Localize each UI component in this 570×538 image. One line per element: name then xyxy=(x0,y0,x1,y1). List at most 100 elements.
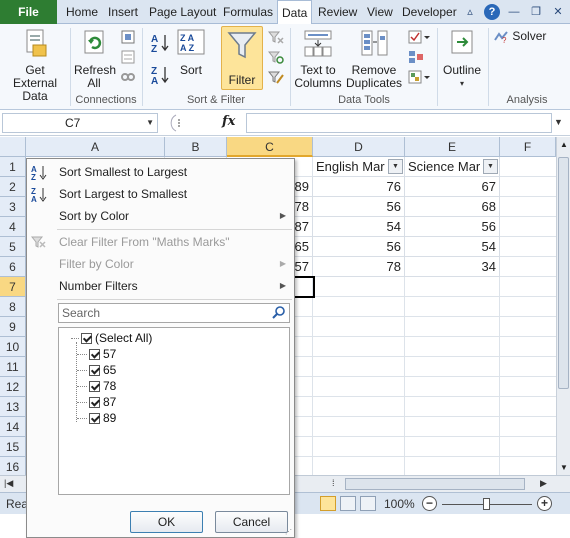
table-cell[interactable]: 54 xyxy=(405,237,500,257)
tab-formulas[interactable]: Formulas xyxy=(223,0,273,24)
data-validation-icon[interactable] xyxy=(408,30,430,44)
help-icon[interactable]: ? xyxy=(484,4,500,20)
ok-button[interactable]: OK xyxy=(130,511,203,533)
sort-by-color[interactable]: Sort by Color ▶ xyxy=(27,205,294,227)
row-header[interactable]: 13 xyxy=(0,397,26,417)
column-header-c[interactable]: C xyxy=(227,137,313,157)
table-cell[interactable]: 67 xyxy=(405,177,500,197)
table-cell[interactable]: 76 xyxy=(313,177,405,197)
outline-button[interactable]: Outline ▾ xyxy=(439,28,485,90)
row-header[interactable]: 7 xyxy=(0,277,26,297)
vertical-scrollbar[interactable]: ▲ ▼ xyxy=(556,137,570,475)
what-if-analysis-icon[interactable] xyxy=(408,70,430,84)
formula-input[interactable] xyxy=(246,113,552,133)
row-header[interactable]: 1 xyxy=(0,157,26,177)
scroll-up-icon[interactable]: ▲ xyxy=(560,140,568,149)
filter-by-color[interactable]: Filter by Color ▶ xyxy=(27,253,294,275)
number-filters[interactable]: Number Filters ▶ xyxy=(27,275,294,297)
zoom-slider-knob[interactable] xyxy=(483,498,490,510)
reapply-icon[interactable] xyxy=(268,50,284,64)
table-cell[interactable]: 54 xyxy=(313,217,405,237)
checkbox-checked[interactable] xyxy=(81,333,92,345)
page-layout-view-button[interactable] xyxy=(340,496,356,511)
close-icon[interactable]: ✕ xyxy=(550,4,566,20)
list-item[interactable]: 65 xyxy=(71,362,116,378)
row-header[interactable]: 11 xyxy=(0,357,26,377)
table-cell[interactable]: 56 xyxy=(405,217,500,237)
zoom-level[interactable]: 100% xyxy=(384,497,415,511)
ribbon-collapse-icon[interactable]: ▵ xyxy=(462,4,478,20)
table-cell[interactable]: 78 xyxy=(313,257,405,277)
tab-review[interactable]: Review xyxy=(318,0,357,24)
properties-icon[interactable] xyxy=(120,50,136,64)
hscroll-split-icon[interactable]: ⁞ xyxy=(332,478,335,488)
sort-button[interactable]: Z A A Z Sort xyxy=(172,28,210,77)
column-header-f[interactable]: F xyxy=(500,137,556,157)
tab-developer[interactable]: Developer xyxy=(402,0,457,24)
get-external-data-button[interactable]: Get External Data xyxy=(2,28,68,103)
select-all-corner[interactable] xyxy=(0,137,26,157)
row-header[interactable]: 12 xyxy=(0,377,26,397)
filter-dropdown-button[interactable]: ▼ xyxy=(483,159,498,174)
first-sheet-icon[interactable]: |◀ xyxy=(4,478,13,489)
consolidate-icon[interactable] xyxy=(408,50,430,64)
connections-icon[interactable] xyxy=(120,30,136,44)
cancel-button[interactable]: Cancel xyxy=(215,511,288,533)
expand-formula-bar-icon[interactable]: ▼ xyxy=(554,117,563,127)
header-cell-science[interactable]: Science Mar ▼ xyxy=(405,157,500,177)
checkbox-checked[interactable] xyxy=(89,381,100,393)
zoom-out-button[interactable]: − xyxy=(422,496,437,511)
horizontal-scroll-thumb[interactable] xyxy=(345,478,525,490)
filter-search-input[interactable]: Search xyxy=(58,303,290,323)
sort-largest-to-smallest[interactable]: ZA Sort Largest to Smallest xyxy=(27,183,294,205)
row-header[interactable]: 14 xyxy=(0,417,26,437)
header-cell-english[interactable]: English Mar ▼ xyxy=(313,157,405,177)
resize-grip-icon[interactable]: ⋰ xyxy=(285,528,293,536)
list-item[interactable]: 78 xyxy=(71,378,116,394)
table-cell[interactable]: 56 xyxy=(313,197,405,217)
column-header-a[interactable]: A xyxy=(26,137,165,157)
scroll-right-icon[interactable]: ▶ xyxy=(540,478,547,489)
checkbox-checked[interactable] xyxy=(89,365,100,377)
tab-data[interactable]: Data xyxy=(277,0,313,25)
table-cell[interactable]: 34 xyxy=(405,257,500,277)
checkbox-checked[interactable] xyxy=(89,349,100,361)
row-header[interactable]: 16 xyxy=(0,457,26,477)
row-header[interactable]: 8 xyxy=(0,297,26,317)
row-header[interactable]: 2 xyxy=(0,177,26,197)
column-header-b[interactable]: B xyxy=(165,137,227,157)
filter-button[interactable]: Filter xyxy=(221,26,263,90)
edit-links-icon[interactable] xyxy=(120,70,136,84)
clear-filter-item[interactable]: Clear Filter From "Maths Marks" xyxy=(27,231,294,253)
row-header[interactable]: 3 xyxy=(0,197,26,217)
row-header[interactable]: 5 xyxy=(0,237,26,257)
row-header[interactable]: 6 xyxy=(0,257,26,277)
sort-ascending-icon[interactable]: A Z xyxy=(150,32,170,54)
insert-function-button[interactable]: fx xyxy=(222,114,235,129)
advanced-filter-icon[interactable] xyxy=(268,70,284,84)
table-cell[interactable]: 56 xyxy=(313,237,405,257)
remove-duplicates-button[interactable]: Remove Duplicates xyxy=(345,28,403,90)
list-item[interactable]: 87 xyxy=(71,394,116,410)
tab-insert[interactable]: Insert xyxy=(108,0,138,24)
checkbox-checked[interactable] xyxy=(89,397,100,409)
row-header[interactable]: 10 xyxy=(0,337,26,357)
refresh-all-button[interactable]: Refresh All xyxy=(72,28,116,90)
sort-smallest-to-largest[interactable]: AZ Sort Smallest to Largest xyxy=(27,161,294,183)
table-cell[interactable]: 68 xyxy=(405,197,500,217)
text-to-columns-button[interactable]: Text to Columns xyxy=(292,28,344,90)
checkbox-checked[interactable] xyxy=(89,413,100,425)
list-item-select-all[interactable]: (Select All) xyxy=(71,330,152,346)
column-header-e[interactable]: E xyxy=(405,137,500,157)
list-item[interactable]: 57 xyxy=(71,346,116,362)
row-header[interactable]: 15 xyxy=(0,437,26,457)
list-item[interactable]: 89 xyxy=(71,410,116,426)
restore-icon[interactable]: ❐ xyxy=(528,4,544,20)
solver-button[interactable]: ? Solver xyxy=(493,30,549,45)
scroll-down-icon[interactable]: ▼ xyxy=(560,463,568,472)
row-header[interactable]: 4 xyxy=(0,217,26,237)
minimize-icon[interactable]: — xyxy=(506,4,522,20)
normal-view-button[interactable] xyxy=(320,496,336,511)
name-box-dropdown-icon[interactable]: ▼ xyxy=(146,114,154,132)
zoom-in-button[interactable]: + xyxy=(537,496,552,511)
